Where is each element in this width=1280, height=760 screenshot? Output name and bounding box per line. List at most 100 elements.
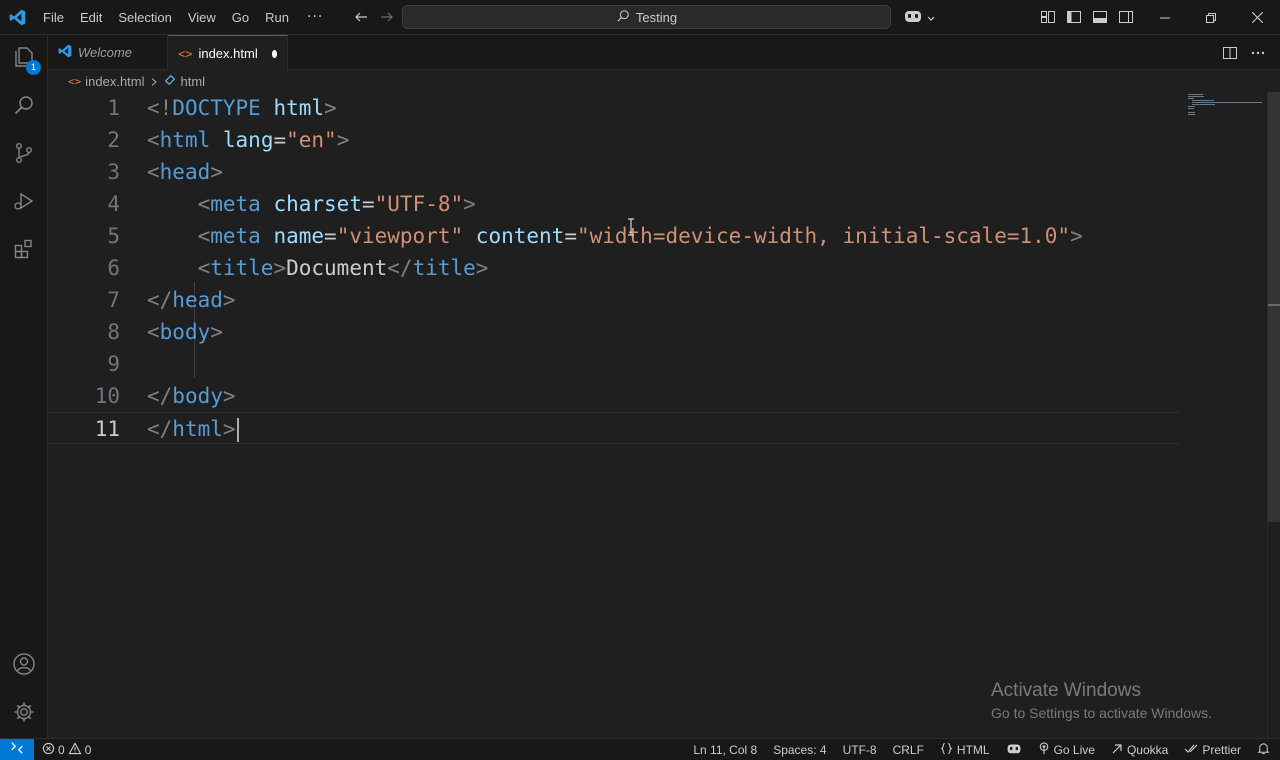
- vscode-logo-icon: [0, 0, 35, 35]
- source-control-button[interactable]: [0, 131, 48, 179]
- breadcrumb-file[interactable]: index.html: [85, 74, 144, 89]
- tab-index-html[interactable]: <> index.html: [168, 35, 288, 71]
- toggle-secondary-sidebar-icon[interactable]: [1118, 9, 1134, 29]
- code-line[interactable]: 10 </body>: [48, 380, 1180, 412]
- menu-edit[interactable]: Edit: [72, 0, 110, 35]
- code-line[interactable]: 5 <meta name="viewport" content="width=d…: [48, 220, 1180, 252]
- encoding[interactable]: UTF-8: [843, 743, 877, 757]
- toggle-primary-sidebar-icon[interactable]: [1066, 9, 1082, 29]
- editor-scrollbar[interactable]: [1267, 92, 1280, 738]
- forward-arrow-icon[interactable]: [379, 9, 395, 25]
- line-number[interactable]: 2: [48, 124, 120, 156]
- end-of-line[interactable]: CRLF: [893, 743, 924, 757]
- go-live-button[interactable]: Go Live: [1038, 742, 1095, 758]
- code-text[interactable]: </head>: [147, 284, 236, 316]
- code-line[interactable]: 9: [48, 348, 1180, 380]
- extensions-button[interactable]: [0, 227, 48, 275]
- code-token: title: [412, 256, 476, 280]
- remote-indicator-button[interactable]: [0, 738, 34, 760]
- code-token: "en": [286, 128, 337, 152]
- line-number[interactable]: 4: [48, 188, 120, 220]
- unsaved-dot-icon[interactable]: [271, 49, 277, 58]
- line-number[interactable]: 10: [48, 380, 120, 412]
- minimap[interactable]: [1186, 92, 1264, 122]
- code-line[interactable]: 3 <head>: [48, 156, 1180, 188]
- back-arrow-icon[interactable]: [353, 9, 369, 25]
- scroll-thumb[interactable]: [1268, 92, 1280, 522]
- run-debug-button[interactable]: [0, 179, 48, 227]
- code-text[interactable]: <html lang="en">: [147, 124, 349, 156]
- search-button[interactable]: [0, 83, 48, 131]
- code-token: body: [159, 320, 211, 344]
- code-line[interactable]: 7 </head>: [48, 284, 1180, 316]
- menu-selection[interactable]: Selection: [110, 0, 179, 35]
- quokka-button[interactable]: Quokka: [1111, 743, 1168, 758]
- line-number[interactable]: 5: [48, 220, 120, 252]
- tab-welcome[interactable]: Welcome: [48, 35, 168, 70]
- restore-icon[interactable]: [1188, 0, 1234, 35]
- prettier-button[interactable]: Prettier: [1184, 743, 1241, 758]
- manage-button[interactable]: [0, 690, 48, 738]
- copilot-menu-button[interactable]: [903, 8, 936, 28]
- line-number[interactable]: 6: [48, 252, 120, 284]
- menu-go[interactable]: Go: [224, 0, 257, 35]
- code-token: Document: [286, 256, 388, 280]
- close-icon[interactable]: [1234, 0, 1280, 35]
- line-number[interactable]: 9: [48, 348, 120, 380]
- code-text[interactable]: <meta name="viewport" content="width=dev…: [147, 220, 1083, 252]
- menu-view[interactable]: View: [180, 0, 224, 35]
- symbol-icon: [163, 72, 177, 91]
- accounts-button[interactable]: [0, 642, 48, 690]
- code-text[interactable]: <body>: [147, 316, 223, 348]
- command-center-search[interactable]: Testing: [402, 5, 891, 29]
- cursor-position[interactable]: Ln 11, Col 8: [693, 743, 757, 757]
- language-mode[interactable]: HTML: [940, 742, 990, 758]
- code-line[interactable]: 4 <meta charset="UTF-8">: [48, 188, 1180, 220]
- code-line[interactable]: 8 <body>: [48, 316, 1180, 348]
- menu-run[interactable]: Run: [257, 0, 297, 35]
- line-number[interactable]: 8: [48, 316, 120, 348]
- minimap-line: [1188, 106, 1195, 107]
- explorer-button[interactable]: 1: [0, 35, 48, 83]
- copilot-status[interactable]: [1006, 742, 1022, 758]
- code-token: >: [1070, 224, 1083, 248]
- minimap-line: [1188, 98, 1194, 99]
- code-text[interactable]: <meta charset="UTF-8">: [147, 188, 476, 220]
- line-number[interactable]: 11: [48, 413, 120, 445]
- code-line[interactable]: 11 </html>: [48, 412, 1180, 444]
- problems-indicator[interactable]: 0 0: [42, 741, 91, 758]
- braces-icon: [940, 742, 953, 758]
- split-editor-icon[interactable]: [1222, 45, 1238, 65]
- code-token: >: [273, 256, 287, 280]
- line-number[interactable]: 7: [48, 284, 120, 316]
- toggle-panel-icon[interactable]: [1092, 9, 1108, 29]
- minimap-line: [1188, 114, 1195, 115]
- customize-layout-icon[interactable]: [1040, 9, 1056, 29]
- code-text[interactable]: </html>: [147, 413, 239, 445]
- menu-more-button[interactable]: ···: [297, 0, 333, 35]
- extensions-icon: [12, 237, 36, 265]
- code-token: >: [210, 320, 223, 344]
- menu-file[interactable]: File: [35, 0, 72, 35]
- code-editor[interactable]: 1 <!DOCTYPE html> 2 <html lang="en"> 3 <head>…: [48, 92, 1268, 738]
- notifications-button[interactable]: [1257, 742, 1270, 758]
- minimap-line: [1188, 94, 1203, 95]
- editor-tab-bar: Welcome <> index.html: [48, 35, 1280, 71]
- code-text[interactable]: <head>: [147, 156, 223, 188]
- code-line[interactable]: 6 <title>Document</title>: [48, 252, 1180, 284]
- code-text[interactable]: <!DOCTYPE html>: [147, 92, 337, 124]
- code-line[interactable]: 2 <html lang="en">: [48, 124, 1180, 156]
- minimize-icon[interactable]: [1142, 0, 1188, 35]
- more-actions-icon[interactable]: [1250, 45, 1266, 65]
- line-number[interactable]: 1: [48, 92, 120, 124]
- code-line[interactable]: 1 <!DOCTYPE html>: [48, 92, 1180, 124]
- indentation[interactable]: Spaces: 4: [773, 743, 826, 757]
- vscode-logo-icon: [58, 43, 72, 62]
- code-text[interactable]: <title>Document</title>: [147, 252, 489, 284]
- breadcrumb-symbol[interactable]: html: [181, 74, 206, 89]
- code-text[interactable]: </body>: [147, 380, 236, 412]
- code-token: body: [172, 384, 223, 408]
- line-number[interactable]: 3: [48, 156, 120, 188]
